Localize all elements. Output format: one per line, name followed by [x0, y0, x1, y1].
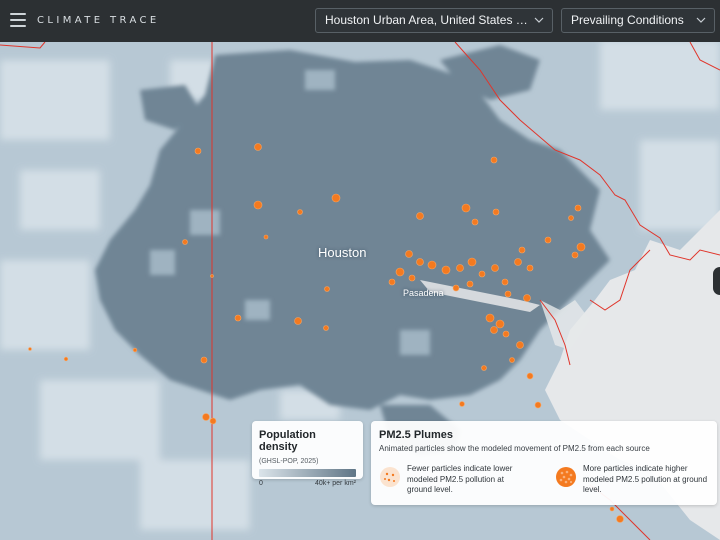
area-select[interactable]: Houston Urban Area, United States of A..… [315, 8, 553, 33]
population-min-label: 0 [259, 480, 263, 487]
population-legend-source: (GHSL-POP, 2025) [259, 458, 319, 465]
sparse-particles-icon [380, 467, 400, 487]
conditions-select-value: Prevailing Conditions [571, 13, 684, 27]
population-legend: Population density (GHSL-POP, 2025) 0 40… [252, 421, 363, 487]
population-legend-title: Population density [259, 429, 316, 453]
more-particles-text: More particles indicate higher modeled P… [583, 464, 708, 494]
plumes-legend-title: PM2.5 Plumes [379, 429, 453, 441]
population-max-label: 40k+ per km² [314, 480, 356, 487]
population-scale: 0 40k+ per km² [259, 480, 356, 487]
neighborhood-label: Pasadena [403, 288, 444, 298]
conditions-select[interactable]: Prevailing Conditions [561, 8, 715, 33]
plumes-legend-subtitle: Animated particles show the modeled move… [379, 444, 650, 453]
chevron-down-icon [534, 17, 544, 23]
more-particles-item: More particles indicate higher modeled P… [555, 464, 713, 496]
area-select-value: Houston Urban Area, United States of A..… [325, 13, 530, 27]
dense-particles-icon [556, 467, 576, 487]
chevron-down-icon [696, 17, 706, 23]
plumes-legend: PM2.5 Plumes Animated particles show the… [371, 421, 717, 505]
menu-icon[interactable] [10, 13, 26, 27]
top-bar: CLIMATE TRACE Houston Urban Area, United… [0, 0, 720, 42]
brand-logo: CLIMATE TRACE [37, 15, 160, 26]
fewer-particles-item: Fewer particles indicate lower modeled P… [379, 464, 525, 496]
population-gradient-bar [259, 469, 356, 477]
fewer-particles-text: Fewer particles indicate lower modeled P… [407, 464, 513, 494]
side-panel-toggle[interactable] [713, 267, 720, 295]
city-label: Houston [318, 245, 367, 260]
